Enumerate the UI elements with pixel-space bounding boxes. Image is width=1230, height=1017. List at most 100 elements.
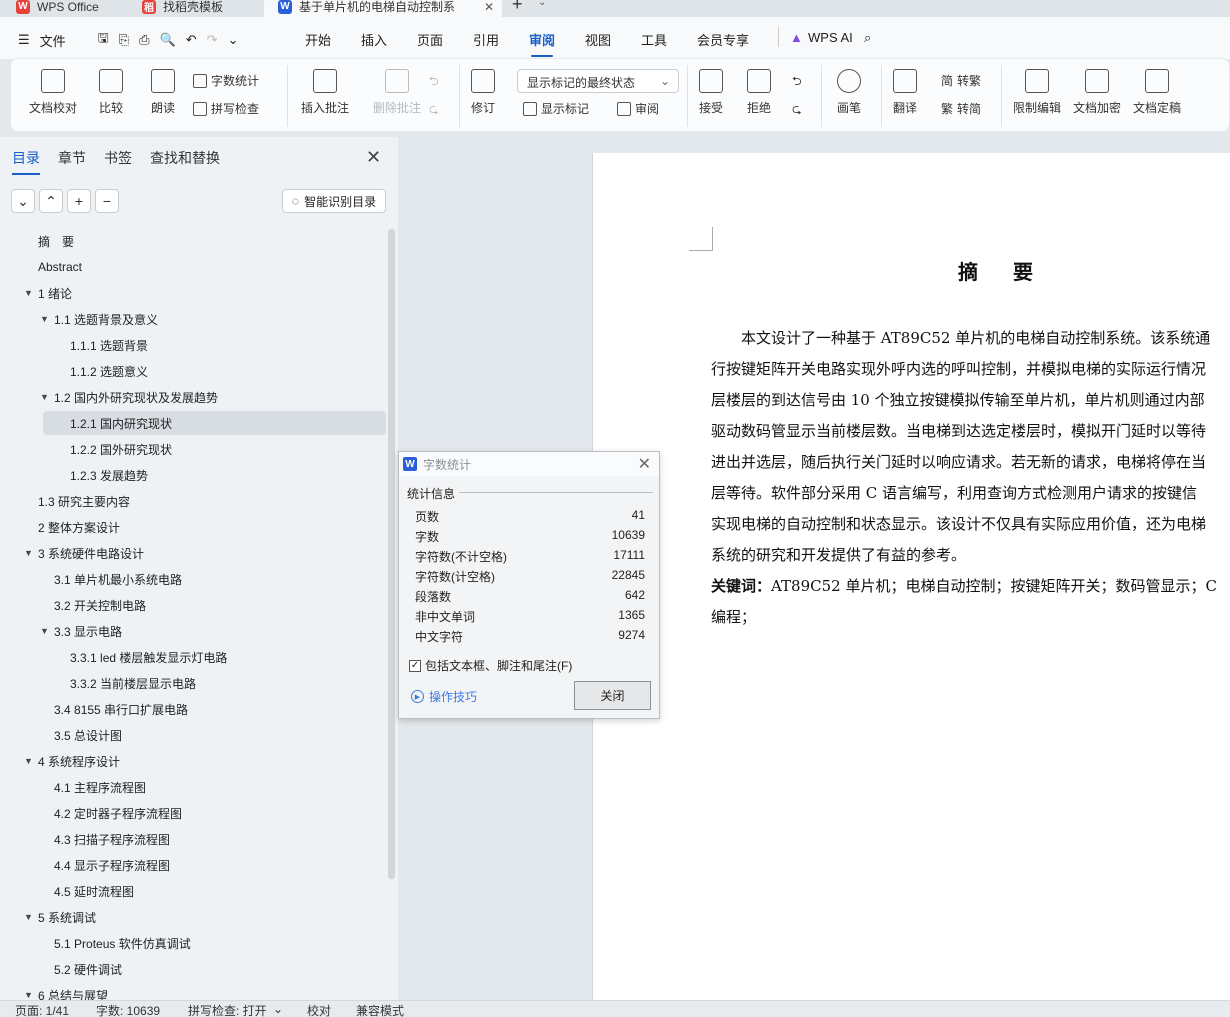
expand-arrow-icon[interactable]: ▼ <box>40 626 49 636</box>
show-markup-button[interactable]: 显示标记 <box>523 100 589 117</box>
prev-revision-icon[interactable]: ⮌ <box>792 72 802 93</box>
toc-item[interactable]: 1.2.3 发展趋势 <box>0 463 386 487</box>
delete-comment-button[interactable]: 删除批注 <box>373 69 421 116</box>
toc-item[interactable]: 3.3.1 led 楼层触发显示灯电路 <box>0 645 386 669</box>
expand-arrow-icon[interactable]: ▼ <box>24 288 33 298</box>
menu-tools[interactable]: 工具 <box>641 30 667 49</box>
toc-item[interactable]: 2 整体方案设计 <box>0 515 386 539</box>
toc-item[interactable]: 3.3.2 当前楼层显示电路 <box>0 671 386 695</box>
tab-find-replace[interactable]: 查找和替换 <box>150 148 220 175</box>
toc-item[interactable]: 4.5 延时流程图 <box>0 879 386 903</box>
tips-link[interactable]: ▶ 操作技巧 <box>411 688 477 705</box>
tab-toc[interactable]: 目录 <box>12 148 40 175</box>
restrict-edit-button[interactable]: 限制编辑 <box>1013 69 1061 116</box>
menu-start[interactable]: 开始 <box>305 30 331 49</box>
toc-item[interactable]: 4.1 主程序流程图 <box>0 775 386 799</box>
toc-item[interactable]: 1.2.1 国内研究现状 <box>43 411 386 435</box>
accept-button[interactable]: 接受 <box>699 69 723 116</box>
smart-toc-button[interactable]: ◌ 智能识别目录 <box>282 189 386 213</box>
reject-button[interactable]: 拒绝 <box>747 69 771 116</box>
chevron-down-icon[interactable]: ⌄ <box>273 1002 283 1016</box>
document-page[interactable]: 摘 要 本文设计了一种基于 AT89C52 单片机的电梯自动控制系统。该系统通 … <box>592 153 1230 1013</box>
tab-document[interactable]: W 基于单片机的电梯自动控制系 ✕ <box>264 0 502 17</box>
to-traditional-button[interactable]: 简 转繁 <box>941 72 981 89</box>
spell-check-button[interactable]: 拼写检查 <box>193 100 259 117</box>
encrypt-button[interactable]: 文档加密 <box>1073 69 1121 116</box>
close-tab-icon[interactable]: ✕ <box>484 0 494 14</box>
toc-item[interactable]: 1.2.2 国外研究现状 <box>0 437 386 461</box>
hamburger-icon[interactable]: ☰ <box>18 32 30 48</box>
translate-button[interactable]: 翻译 <box>893 69 917 116</box>
new-tab-icon[interactable]: + <box>512 0 523 15</box>
collapse-down-button[interactable]: ⌄ <box>11 189 35 213</box>
insert-comment-button[interactable]: 插入批注 <box>301 69 349 116</box>
export-icon[interactable]: ⎘ <box>119 32 129 48</box>
toc-item[interactable]: 3.2 开关控制电路 <box>0 593 386 617</box>
collapse-up-button[interactable]: ⌃ <box>39 189 63 213</box>
tab-template[interactable]: 稻 找稻壳模板 <box>128 0 260 17</box>
toc-item[interactable]: 摘 要 <box>0 229 386 253</box>
close-panel-icon[interactable]: ✕ <box>366 147 381 168</box>
expand-button[interactable]: + <box>67 189 91 213</box>
include-footnotes-checkbox[interactable]: ✓ 包括文本框、脚注和尾注(F) <box>409 657 572 674</box>
menu-view[interactable]: 视图 <box>585 30 611 49</box>
file-menu[interactable]: 文件 <box>40 31 66 50</box>
compare-button[interactable]: 比较 <box>99 69 123 116</box>
close-button[interactable]: 关闭 <box>574 681 651 710</box>
pen-button[interactable]: 画笔 <box>837 69 861 116</box>
expand-arrow-icon[interactable]: ▼ <box>24 990 33 1000</box>
revise-button[interactable]: 修订 <box>471 69 495 116</box>
toc-item[interactable]: 4.3 扫描子程序流程图 <box>0 827 386 851</box>
toc-item[interactable]: 4.4 显示子程序流程图 <box>0 853 386 877</box>
toc-item[interactable]: 3.4 8155 串行口扩展电路 <box>0 697 386 721</box>
toc-item[interactable]: ▼ 6 总结与展望 <box>0 983 386 1001</box>
menu-reference[interactable]: 引用 <box>473 30 499 49</box>
toc-item[interactable]: ▼ 3.3 显示电路 <box>0 619 386 643</box>
search-icon[interactable]: ⌕ <box>864 30 871 46</box>
toc-item[interactable]: 1.1.1 选题背景 <box>0 333 386 357</box>
menu-insert[interactable]: 插入 <box>361 30 387 49</box>
undo-icon[interactable]: ↶ <box>186 32 197 48</box>
print-preview-icon[interactable]: 🔍 <box>160 32 176 48</box>
menu-review[interactable]: 审阅 <box>529 30 555 57</box>
toc-item[interactable]: ▼ 1.2 国内外研究现状及发展趋势 <box>0 385 386 409</box>
word-count-button[interactable]: 字数统计 <box>193 72 259 89</box>
tab-chapters[interactable]: 章节 <box>58 148 86 175</box>
proof-indicator[interactable]: 校对 <box>307 1002 331 1017</box>
doc-check-button[interactable]: 文档校对 <box>29 69 77 116</box>
finalize-button[interactable]: 文档定稿 <box>1133 69 1181 116</box>
redo-icon[interactable]: ↷ <box>207 32 218 48</box>
to-simplified-button[interactable]: 繁 转简 <box>941 100 981 117</box>
menu-page[interactable]: 页面 <box>417 30 443 49</box>
print-icon[interactable]: ⎙ <box>139 32 149 48</box>
toc-item[interactable]: 3.5 总设计图 <box>0 723 386 747</box>
toc-item[interactable]: 1.3 研究主要内容 <box>0 489 386 513</box>
expand-arrow-icon[interactable]: ▼ <box>40 392 49 402</box>
expand-arrow-icon[interactable]: ▼ <box>24 548 33 558</box>
toc-item[interactable]: ▼ 1 绪论 <box>0 281 386 305</box>
save-icon[interactable]: 🖫 <box>98 29 109 51</box>
toc-item[interactable]: 4.2 定时器子程序流程图 <box>0 801 386 825</box>
spell-check-indicator[interactable]: 拼写检查: 打开 <box>188 1002 267 1017</box>
chevron-down-icon[interactable]: ⌄ <box>538 0 546 8</box>
read-aloud-button[interactable]: 朗读 <box>151 69 175 116</box>
expand-arrow-icon[interactable]: ▼ <box>24 756 33 766</box>
toc-item[interactable]: ▼ 1.1 选题背景及意义 <box>0 307 386 331</box>
expand-arrow-icon[interactable]: ▼ <box>40 314 49 324</box>
wps-ai-icon[interactable]: ▲ <box>790 30 803 45</box>
review-pane-button[interactable]: 审阅 <box>617 100 659 117</box>
toc-item[interactable]: 1.1.2 选题意义 <box>0 359 386 383</box>
prev-comment-icon[interactable]: ⮌ <box>429 72 439 93</box>
toc-item[interactable]: ▼ 3 系统硬件电路设计 <box>0 541 386 565</box>
collapse-button[interactable]: − <box>95 189 119 213</box>
expand-arrow-icon[interactable]: ▼ <box>24 912 33 922</box>
menu-member[interactable]: 会员专享 <box>697 30 749 49</box>
chevron-down-icon[interactable]: ⌄ <box>228 32 239 48</box>
word-count-indicator[interactable]: 字数: 10639 <box>96 1002 160 1017</box>
tab-bookmarks[interactable]: 书签 <box>104 148 132 175</box>
next-comment-icon[interactable]: ⮎ <box>429 100 439 121</box>
panel-scrollbar[interactable] <box>388 229 395 879</box>
toc-item[interactable]: 3.1 单片机最小系统电路 <box>0 567 386 591</box>
next-revision-icon[interactable]: ⮎ <box>792 100 802 121</box>
toc-item[interactable]: ▼ 4 系统程序设计 <box>0 749 386 773</box>
